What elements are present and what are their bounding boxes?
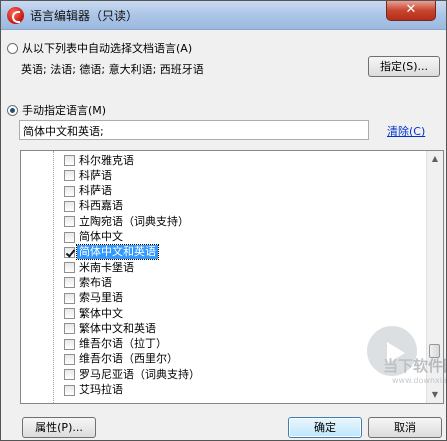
item-checkbox[interactable] (64, 353, 75, 365)
manual-select-radio[interactable] (7, 104, 18, 116)
item-checkbox[interactable] (64, 384, 75, 396)
list-item[interactable]: 索马里语 (64, 291, 125, 306)
item-label: 索马里语 (79, 291, 123, 305)
item-checkbox[interactable] (64, 231, 75, 243)
item-label: 罗马尼亚语（词典支持） (79, 367, 200, 381)
specify-button[interactable]: 指定(S)... (368, 56, 440, 77)
item-label: 简体中文 (79, 230, 123, 243)
item-checkbox[interactable] (64, 216, 75, 228)
manual-language-field[interactable]: 简体中文和英语; (19, 120, 369, 140)
list-item[interactable]: 科尔雅克语 (64, 153, 136, 168)
item-checkbox[interactable] (64, 369, 75, 381)
list-item[interactable]: 科萨语 (64, 168, 114, 183)
list-item[interactable]: 科萨语 (64, 184, 114, 199)
item-checkbox[interactable] (64, 185, 75, 197)
close-button[interactable]: ✕ (386, 1, 436, 21)
watermark-text: 当下软件园 (383, 357, 446, 375)
item-label: 米南卡堡语 (79, 260, 134, 274)
auto-languages-text: 英语; 法语; 德语; 意大利语; 西班牙语 (21, 63, 204, 76)
item-label: 维吾尔语（西里尔） (79, 352, 178, 366)
item-label: 科尔雅克语 (79, 153, 134, 167)
list-item[interactable]: 索布语 (64, 275, 114, 290)
list-item[interactable]: 繁体中文 (64, 306, 125, 321)
item-checkbox[interactable] (64, 292, 75, 304)
item-label: 索布语 (79, 275, 112, 289)
language-editor-dialog: 语言编辑器（只读） ✕ 从以下列表中自动选择文档语言(A) 英语; 法语; 德语… (0, 0, 447, 441)
list-item[interactable]: 米南卡堡语 (64, 260, 136, 275)
item-label: 科萨语 (79, 184, 112, 198)
item-checkbox[interactable] (64, 277, 75, 289)
list-item[interactable]: 简体中文 (64, 230, 125, 245)
properties-button[interactable]: 属性(P)... (22, 417, 96, 438)
app-logo-icon (7, 7, 24, 24)
item-checkbox[interactable] (64, 246, 75, 258)
item-checkbox[interactable] (64, 338, 75, 350)
list-item[interactable]: 简体中文和英语 (64, 244, 159, 261)
item-label: 简体中文和英语 (76, 244, 159, 261)
cancel-button[interactable]: 取消 (368, 417, 442, 438)
item-label: 科萨语 (79, 168, 112, 182)
list-item[interactable]: 科西嘉语 (64, 199, 125, 214)
window-title: 语言编辑器（只读） (30, 9, 139, 23)
item-checkbox[interactable] (64, 200, 75, 212)
auto-select-radio[interactable] (7, 42, 18, 54)
title-bar[interactable]: 语言编辑器（只读） ✕ (1, 1, 446, 30)
item-label: 艾玛拉语 (79, 383, 123, 396)
manual-select-label: 手动指定语言(M) (22, 104, 107, 117)
ok-button[interactable]: 确定 (288, 417, 362, 438)
list-item[interactable]: 艾玛拉语 (64, 383, 125, 398)
item-checkbox[interactable] (64, 170, 75, 182)
clear-link[interactable]: 清除(C) (387, 123, 425, 139)
watermark-url: www.downxia.com (392, 376, 447, 385)
scroll-up-arrow-icon[interactable]: ▲ (427, 151, 443, 167)
item-checkbox[interactable] (64, 155, 75, 166)
item-label: 繁体中文和英语 (79, 321, 156, 335)
item-label: 维吾尔语（拉丁） (79, 337, 167, 351)
item-checkbox[interactable] (64, 262, 75, 274)
auto-select-option[interactable]: 从以下列表中自动选择文档语言(A) (7, 40, 192, 56)
item-checkbox[interactable] (64, 323, 75, 335)
auto-select-label: 从以下列表中自动选择文档语言(A) (22, 42, 193, 55)
tree-connector (53, 151, 54, 403)
list-item[interactable]: 维吾尔语（西里尔） (64, 352, 180, 367)
item-checkbox[interactable] (64, 308, 75, 319)
list-item[interactable]: 罗马尼亚语（词典支持） (64, 367, 202, 382)
item-label: 繁体中文 (79, 306, 123, 320)
watermark: 当下软件园 www.downxia.com (363, 324, 447, 404)
item-label: 科西嘉语 (79, 199, 123, 213)
list-item[interactable]: 繁体中文和英语 (64, 321, 158, 336)
list-item[interactable]: 维吾尔语（拉丁） (64, 337, 169, 352)
item-label: 立陶宛语（词典支持） (79, 214, 189, 228)
manual-select-option[interactable]: 手动指定语言(M) (7, 102, 106, 118)
list-item[interactable]: 立陶宛语（词典支持） (64, 214, 191, 229)
